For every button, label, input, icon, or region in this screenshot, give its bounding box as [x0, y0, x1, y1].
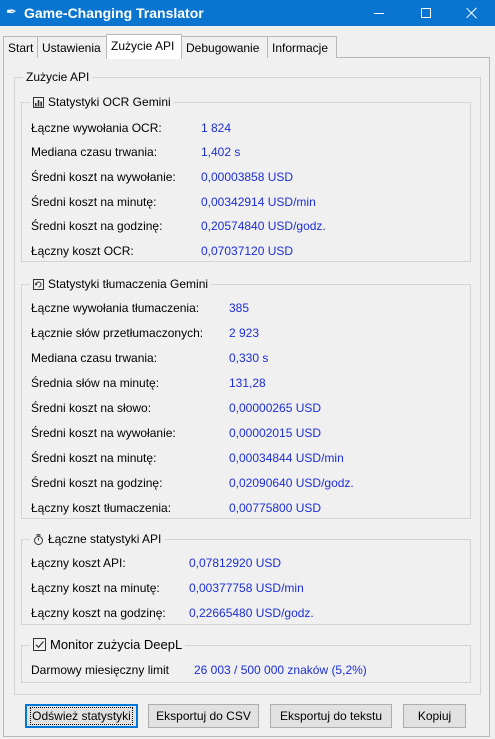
close-icon	[466, 7, 478, 19]
maximize-button[interactable]	[403, 0, 449, 26]
bar-chart-icon	[33, 96, 44, 108]
tab-pane: Zużycie API Statystyki OCR Gemini Łączne…	[3, 57, 490, 737]
deepl-monitor-group: Monitor zużycia DeepL Darmowy miesięczny…	[21, 637, 471, 683]
stopwatch-icon	[33, 533, 44, 545]
checkbox-icon	[33, 638, 46, 651]
refresh-stats-button[interactable]: Odśwież statystyki	[25, 704, 138, 728]
tab-settings[interactable]: Ustawienia	[37, 36, 107, 58]
tab-debugging[interactable]: Debugowanie	[181, 36, 268, 58]
refresh-icon	[33, 278, 44, 290]
title-bar[interactable]: ✒ Game-Changing Translator	[0, 0, 495, 26]
api-usage-group-title: Zużycie API	[23, 70, 93, 84]
ocr-stats-title: Statystyki OCR Gemini	[30, 95, 174, 109]
ocr-stats-group: Statystyki OCR Gemini Łączne wywołania O…	[21, 95, 471, 262]
feather-icon: ✒	[6, 4, 17, 19]
export-text-button[interactable]: Eksportuj do tekstu	[270, 704, 392, 728]
total-stats-title: Łączne statystyki API	[30, 532, 165, 546]
translation-stats-group: Statystyki tłumaczenia Gemini Łączne wyw…	[21, 277, 471, 519]
export-csv-button[interactable]: Eksportuj do CSV	[148, 704, 259, 728]
tab-start[interactable]: Start	[3, 36, 38, 58]
close-button[interactable]	[449, 0, 495, 26]
minimize-icon	[374, 12, 384, 14]
tab-info[interactable]: Informacje	[267, 36, 337, 58]
total-stats-group: Łączne statystyki API Łączny koszt API: 0…	[21, 532, 471, 625]
maximize-icon	[421, 8, 431, 18]
tab-api-usage[interactable]: Zużycie API	[106, 34, 182, 59]
minimize-button[interactable]	[356, 0, 402, 26]
window-title: Game-Changing Translator	[24, 5, 204, 21]
deepl-monitor-title: Monitor zużycia DeepL	[30, 637, 186, 652]
copy-button[interactable]: Kopiuj	[403, 704, 466, 728]
translation-stats-title: Statystyki tłumaczenia Gemini	[30, 277, 212, 291]
